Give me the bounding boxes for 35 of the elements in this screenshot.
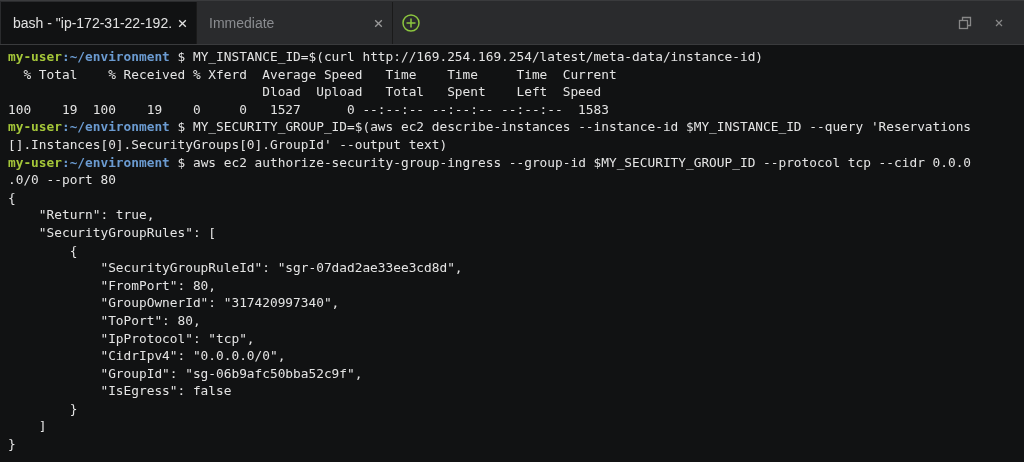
output-text: "GroupId": "sg-06b9afc50bba52c9f", [99, 365, 363, 381]
close-icon[interactable] [177, 17, 188, 29]
output-text: "CidrIpv4": "0.0.0.0/0", [99, 348, 286, 364]
prompt-path: :~/environment [61, 119, 170, 135]
prompt-user: my-user [8, 49, 62, 64]
tab-label: bash - "ip-172-31-22-192. [13, 15, 173, 31]
output-text: "GroupOwnerId": "317420997340", [99, 295, 340, 311]
output-text: "IsEgress": false [99, 383, 232, 399]
output-text: { [8, 189, 16, 205]
command-text: $ aws ec2 authorize-security-group-ingress --group-id $MY_SECURITY_GROUP_ID --protocol tcp --cidr 0.0.0 [176, 154, 972, 170]
output-text: "FromPort": 80, [99, 277, 217, 293]
output-text: "SecurityGroupRuleId": "sgr-07dad2ae33ee3cd8d", [99, 260, 463, 276]
prompt-user: my-user [8, 119, 62, 135]
output-text: "Return": true, [37, 207, 155, 223]
terminal-tab[interactable]: bash - "ip-172-31-22-192. [1, 2, 197, 44]
prompt-user: my-user [8, 154, 62, 170]
output-text: } [8, 436, 16, 452]
output-text: [].Instances[0].SecurityGroups[0].GroupId' --output text) [8, 136, 448, 152]
output-text: .0/0 --port 80 [8, 172, 116, 188]
output-text: } [68, 400, 78, 416]
prompt-path: :~/environment [61, 49, 170, 64]
output-text: "IpProtocol": "tcp", [99, 330, 255, 346]
output-text: % Total % Received % Xferd Average Speed Time Time Time Current [22, 66, 617, 82]
prompt-path: :~/environment [61, 154, 170, 170]
output-text: ] [37, 418, 47, 434]
output-text: Dload Upload Total Spent Left Speed [261, 84, 602, 100]
add-tab-icon[interactable] [401, 13, 421, 33]
command-text: $ MY_INSTANCE_ID=$(curl http://169.254.169.254/latest/meta-data/instance-id) [176, 49, 764, 64]
output-text: { [68, 242, 78, 258]
output-text: "SecurityGroupRules": [ [37, 224, 217, 240]
output-text: "ToPort": 80, [99, 312, 201, 328]
output-text: 100 19 100 19 0 0 1527 0 --:--:-- --:--:-- --:--:-- 1583 [8, 101, 609, 117]
restore-icon[interactable] [958, 16, 972, 30]
tab-label: Immediate [209, 15, 275, 31]
command-text: $ MY_SECURITY_GROUP_ID=$(aws ec2 describe-instances --instance-id $MY_INSTANCE_ID --query 'Reservations [176, 119, 972, 135]
